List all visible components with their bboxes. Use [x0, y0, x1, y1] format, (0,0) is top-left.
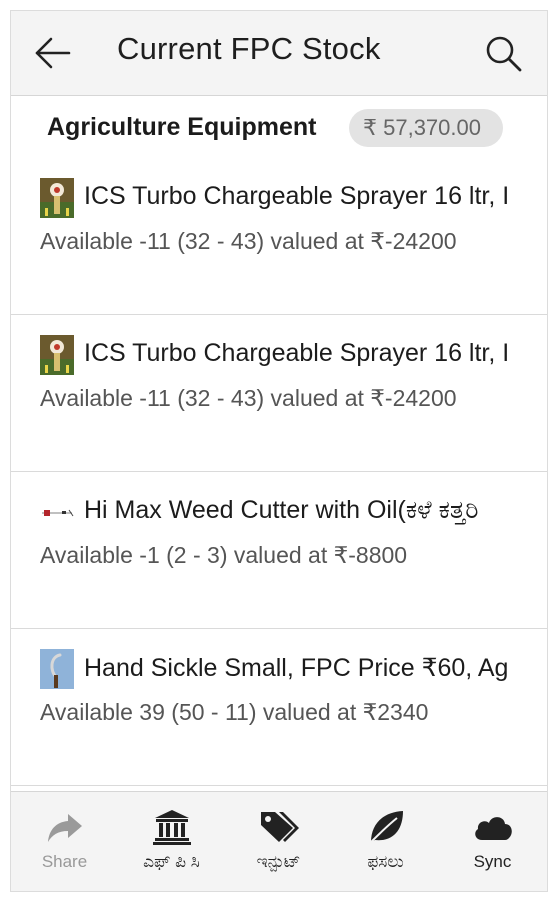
item-name: Hand Sickle Small, FPC Price ₹60, Ag	[84, 654, 509, 682]
cloud-icon	[475, 817, 512, 840]
list-item[interactable]: Hand Sickle Small, FPC Price ₹60, Ag Ava…	[11, 629, 547, 786]
nav-share[interactable]: Share	[11, 792, 118, 891]
item-availability: Available 39 (50 - 11) valued at ₹2340	[40, 699, 429, 725]
nav-fpc-label: ಎಫ್ ಪಿ ಸಿ	[143, 852, 200, 871]
sickle-thumbnail-icon	[40, 649, 74, 689]
list-item[interactable]: ICS Turbo Chargeable Sprayer 16 ltr, I A…	[11, 315, 547, 472]
page-title: Current FPC Stock	[117, 31, 381, 66]
tags-icon	[261, 812, 299, 842]
nav-input[interactable]: ಇನ್ಪುಟ್	[225, 792, 332, 891]
bottom-navigation: Share ಎಫ್ ಪಿ ಸಿ ಇನ್ಪುಟ್ ಫಸಲು Sync	[11, 791, 547, 891]
item-availability: Available -11 (32 - 43) valued at ₹-2420…	[40, 385, 457, 411]
item-name: Hi Max Weed Cutter with Oil(ಕಳೆ ಕತ್ತರಿ	[84, 496, 479, 524]
nav-input-label: ಇನ್ಪುಟ್	[256, 852, 301, 871]
nav-sync-label: Sync	[473, 852, 512, 871]
nav-crops[interactable]: ಫಸಲು	[332, 792, 439, 891]
app-bar: Current FPC Stock	[11, 11, 547, 96]
bank-icon	[153, 810, 191, 845]
nav-share-label: Share	[41, 852, 88, 871]
list-item[interactable]: Hi Max Weed Cutter with Oil(ಕಳೆ ಕತ್ತರಿ A…	[11, 472, 547, 629]
nav-crops-label: ಫಸಲು	[367, 852, 404, 871]
category-total-badge: ₹ 57,370.00	[349, 109, 503, 147]
category-header: Agriculture Equipment ₹ 57,370.00	[11, 96, 547, 158]
leaf-icon	[368, 811, 403, 845]
nav-fpc[interactable]: ಎಫ್ ಪಿ ಸಿ	[118, 792, 225, 891]
item-availability: Available -1 (2 - 3) valued at ₹-8800	[40, 542, 408, 568]
share-icon	[48, 814, 82, 842]
sprayer-thumbnail-icon	[40, 178, 74, 218]
back-arrow-icon[interactable]	[33, 33, 73, 73]
category-title: Agriculture Equipment	[47, 113, 317, 141]
weed-cutter-thumbnail-icon	[40, 492, 74, 532]
app-frame: Current FPC Stock Agriculture Equipment …	[10, 10, 548, 892]
stock-list: ICS Turbo Chargeable Sprayer 16 ltr, I A…	[11, 158, 547, 786]
item-availability: Available -11 (32 - 43) valued at ₹-2420…	[40, 228, 457, 254]
item-name: ICS Turbo Chargeable Sprayer 16 ltr, I	[84, 182, 510, 210]
nav-sync[interactable]: Sync	[439, 792, 546, 891]
item-name: ICS Turbo Chargeable Sprayer 16 ltr, I	[84, 339, 510, 367]
search-icon[interactable]	[483, 33, 523, 73]
list-item[interactable]: ICS Turbo Chargeable Sprayer 16 ltr, I A…	[11, 158, 547, 315]
sprayer-thumbnail-icon	[40, 335, 74, 375]
